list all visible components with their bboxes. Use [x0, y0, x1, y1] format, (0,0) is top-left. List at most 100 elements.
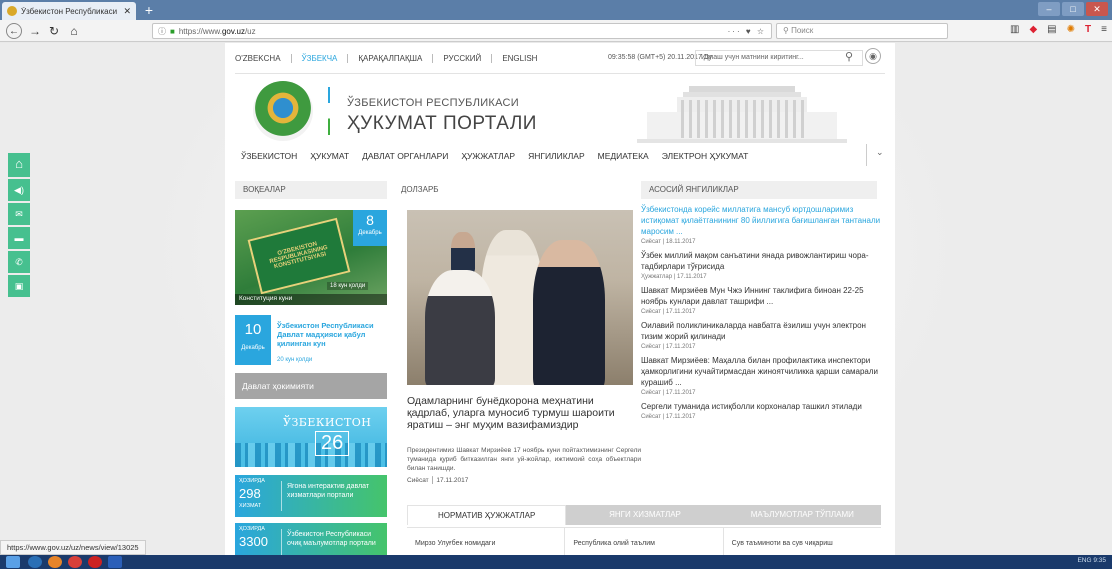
close-window-icon[interactable]: ✕: [1086, 2, 1108, 16]
topical-news-category[interactable]: Сиёсат: [407, 477, 429, 484]
news-item[interactable]: Ўзбек миллий мақом санъатини янада ривож…: [641, 250, 881, 280]
event-item[interactable]: 10 Декабрь Ўзбекистон Республикаси Давла…: [235, 315, 387, 365]
system-tray[interactable]: ENG 9:35: [1077, 557, 1106, 564]
menu-icon[interactable]: ≡: [1101, 24, 1107, 35]
portal-title[interactable]: ҲУКУМАТ ПОРТАЛИ: [347, 113, 537, 135]
news-category[interactable]: Ҳужжатлар: [641, 274, 672, 280]
lang-item[interactable]: ENGLISH: [492, 54, 547, 63]
lang-item[interactable]: ЎЗБЕКЧА: [292, 54, 349, 63]
news-category[interactable]: Сиёсат: [641, 239, 661, 245]
news-title[interactable]: Ўзбекистонда корейс миллатига мансуб юрт…: [641, 204, 881, 237]
opera-icon[interactable]: [88, 556, 102, 568]
nav-item[interactable]: ҲУКУМАТ: [310, 151, 349, 161]
phone-icon[interactable]: ✆: [8, 251, 30, 273]
page-actions[interactable]: ··· ♥ ☆: [728, 27, 766, 36]
firefox-icon[interactable]: [68, 556, 82, 568]
documents-tab[interactable]: НОРМАТИВ ҲУЖЖАТЛАР: [407, 505, 567, 525]
news-title[interactable]: Шавкат Мирзиёев: Маҳалла билан профилакт…: [641, 355, 881, 388]
start-windows-icon[interactable]: [6, 556, 20, 568]
news-date: 18.11.2017: [665, 239, 696, 245]
minimize-icon[interactable]: –: [1038, 2, 1060, 16]
browser-tools: ▥ ◆ ▤ ✺ T ≡: [1010, 24, 1107, 35]
lang-item[interactable]: O'ZBEKCHA: [235, 54, 292, 63]
nav-item[interactable]: ЯНГИЛИКЛАР: [528, 151, 585, 161]
address-bar[interactable]: ⓘ ■ https://www.gov.uz/uz ··· ♥ ☆: [152, 23, 772, 39]
lang-item[interactable]: РУССКИЙ: [433, 54, 493, 63]
news-title[interactable]: Сергели туманида истиқболли корхоналар т…: [641, 401, 881, 412]
event-title[interactable]: Ўзбекистон Республикаси Давлат мадҳияси …: [277, 321, 387, 348]
constitution-day-banner[interactable]: O'ZBEKISTON RESPUBLIKASINING KONSTITUTSI…: [235, 210, 387, 305]
news-category[interactable]: Сиёсат: [641, 309, 661, 315]
nav-item[interactable]: ҲУЖЖАТЛАР: [461, 151, 515, 161]
news-category[interactable]: Сиёсат: [641, 414, 661, 420]
library-icon[interactable]: ▥: [1010, 24, 1019, 35]
news-category[interactable]: Сиёсат: [641, 390, 661, 396]
close-tab-icon[interactable]: ✕: [123, 6, 131, 17]
photo-figure: [451, 232, 475, 272]
state-emblem[interactable]: [253, 81, 313, 141]
lang-item[interactable]: ҚАРАҚАЛПАҚША: [348, 54, 434, 63]
document-link[interactable]: Сув таъминоти ва сув чиқариш: [724, 528, 881, 555]
stat-open-data[interactable]: ҲОЗИРДА 3300 Ўзбекистон Республикаси очи…: [235, 523, 387, 555]
new-tab-button[interactable]: +: [141, 2, 157, 18]
home-icon[interactable]: ⌂: [66, 23, 82, 39]
word-icon[interactable]: [108, 556, 122, 568]
extension-icon[interactable]: ✺: [1067, 24, 1075, 35]
state-power-header[interactable]: Давлат ҳокимияти: [235, 373, 387, 399]
document-link[interactable]: Мирзо Улуғбек номидаги: [407, 528, 566, 555]
topical-news-title[interactable]: Одамларнинг бунёдкорона меҳнатини қадрла…: [407, 395, 633, 431]
news-meta: Сиёсат | 17.11.2017: [641, 344, 881, 350]
topical-news-photo[interactable]: [407, 210, 633, 385]
forward-arrow-icon[interactable]: →: [27, 23, 43, 39]
chevron-down-icon[interactable]: ⌄: [876, 147, 884, 158]
news-item[interactable]: Шавкат Мирзиёев: Маҳалла билан профилакт…: [641, 355, 881, 396]
mail-icon[interactable]: ✉: [8, 203, 30, 225]
speaker-icon[interactable]: ◀): [8, 179, 30, 201]
news-meta: Сиёсат | 17.11.2017: [641, 390, 881, 396]
maximize-icon[interactable]: □: [1062, 2, 1084, 16]
stat-interactive-services[interactable]: ҲОЗИРДА 298 ХИЗМАТ Ягона интерактив давл…: [235, 475, 387, 517]
event-date: 10 Декабрь: [235, 315, 271, 365]
chrome-icon[interactable]: [48, 556, 62, 568]
news-item[interactable]: Оилавий поликлиникаларда навбатга ёзилиш…: [641, 320, 881, 350]
site-search-input[interactable]: Излаш учун матнини киритинг...: [695, 50, 863, 66]
info-icon[interactable]: ⓘ: [158, 26, 166, 37]
news-title[interactable]: Ўзбек миллий мақом санъатини янада ривож…: [641, 250, 881, 272]
news-category[interactable]: Сиёсат: [641, 344, 661, 350]
stat-divider: [281, 529, 282, 555]
documents-tab[interactable]: ЯНГИ ХИЗМАТЛАР: [566, 505, 724, 525]
home-icon[interactable]: ⌂: [8, 153, 30, 177]
reload-icon[interactable]: ↻: [46, 23, 62, 39]
stat-number: 3300: [239, 534, 268, 549]
search-icon[interactable]: ⚲: [845, 50, 853, 63]
browser-search-input[interactable]: ⚲ Поиск: [776, 23, 948, 39]
nav-item[interactable]: ЎЗБЕКИСТОН: [241, 151, 297, 161]
chat-icon[interactable]: ▬: [8, 227, 30, 249]
section-events-header[interactable]: ВОҚЕАЛАР: [235, 181, 387, 199]
news-item[interactable]: Ўзбекистонда корейс миллатига мансуб юрт…: [641, 204, 881, 245]
ie-icon[interactable]: [28, 556, 42, 568]
section-topical-header[interactable]: ДОЛЗАРБ: [399, 181, 631, 199]
document-link[interactable]: Республика олий таълим: [565, 528, 724, 555]
news-item[interactable]: Шавкат Мирзиёев Мун Чжэ Иннинг таклифига…: [641, 285, 881, 315]
browser-tab[interactable]: Ўзбекистон Республикаси Ҳу ✕: [2, 2, 136, 20]
documents-tab[interactable]: МАЪЛУМОТЛАР ТЎПЛАМИ: [723, 505, 881, 525]
section-main-news-header[interactable]: АСОСИЙ ЯНГИЛИКЛАР: [641, 181, 877, 199]
reader-icon[interactable]: ▤: [1047, 24, 1056, 35]
news-title[interactable]: Шавкат Мирзиёев Мун Чжэ Иннинг таклифига…: [641, 285, 881, 307]
translate-icon[interactable]: T: [1085, 24, 1091, 35]
url-text[interactable]: https://www.gov.uz/uz: [179, 27, 724, 36]
news-item[interactable]: Сергели туманида истиқболли корхоналар т…: [641, 401, 881, 420]
news-title[interactable]: Оилавий поликлиникаларда навбатга ёзилиш…: [641, 320, 881, 342]
stat-divider: [281, 481, 282, 511]
news-meta: Сиёсат | 17.11.2017: [641, 309, 881, 315]
back-arrow-icon[interactable]: ←: [6, 23, 22, 39]
nav-item[interactable]: ДАВЛАТ ОРГАНЛАРИ: [362, 151, 448, 161]
accessibility-eye-icon[interactable]: ◉: [865, 48, 881, 64]
nav-item[interactable]: МЕДИАТЕКА: [598, 151, 649, 161]
feedback-icon[interactable]: ▣: [8, 275, 30, 297]
nav-item[interactable]: ЭЛЕКТРОН ҲУКУМАТ: [662, 151, 749, 161]
pocket-icon[interactable]: ◆: [1029, 24, 1037, 35]
stat-sub: ХИЗМАТ: [239, 503, 262, 509]
uzbekistan-26-banner[interactable]: ЎЗБЕКИСТОН 26: [235, 407, 387, 467]
